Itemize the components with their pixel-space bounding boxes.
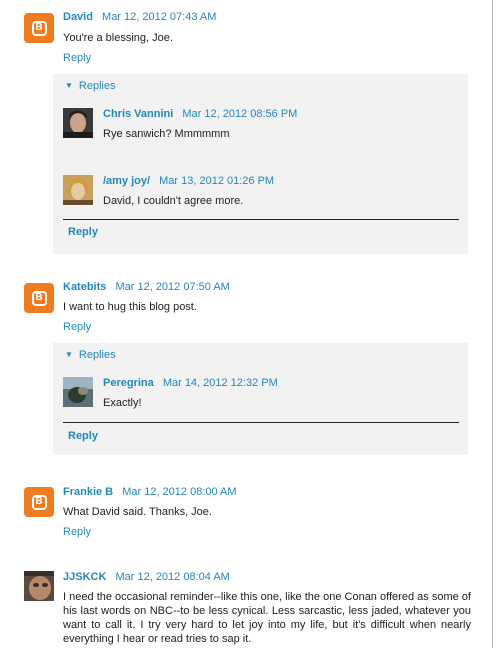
- comment-date[interactable]: Mar 12, 2012 08:00 AM: [122, 486, 236, 498]
- comment-author[interactable]: Frankie B: [63, 486, 113, 498]
- comment-date[interactable]: Mar 12, 2012 07:50 AM: [115, 281, 229, 293]
- reply-author[interactable]: Chris Vannini: [103, 108, 173, 120]
- reply-link[interactable]: Reply: [63, 52, 91, 64]
- comment-date[interactable]: Mar 12, 2012 08:04 AM: [115, 571, 229, 583]
- comment-author[interactable]: JJSKCK: [63, 571, 106, 583]
- blogger-icon: B: [24, 13, 54, 43]
- comment-date[interactable]: Mar 12, 2012 07:43 AM: [102, 11, 216, 23]
- comment-text: What David said. Thanks, Joe.: [63, 506, 212, 518]
- reply-author[interactable]: /amy joy/: [103, 175, 150, 187]
- replies-thread: ▼ Replies Chris Vannini Mar 12, 2012 08:5…: [53, 74, 468, 254]
- reply-link[interactable]: Reply: [63, 321, 91, 333]
- thread-reply-button[interactable]: Reply: [68, 430, 98, 442]
- blogger-icon: B: [24, 487, 54, 517]
- comment-text: I want to hug this blog post.: [63, 301, 197, 313]
- thread-divider: [63, 219, 459, 220]
- avatar[interactable]: [24, 571, 54, 601]
- replies-thread: ▼ Replies Peregrina Mar 14, 2012 12:32 PM…: [53, 343, 468, 455]
- comment-author[interactable]: David: [63, 11, 93, 23]
- triangle-down-icon: ▼: [65, 81, 73, 90]
- content-border: [492, 0, 493, 648]
- thread-reply-button[interactable]: Reply: [68, 226, 98, 238]
- reply-author[interactable]: Peregrina: [103, 377, 154, 389]
- avatar[interactable]: [63, 175, 93, 205]
- blogger-icon: B: [24, 283, 54, 313]
- comment-text: I need the occasional reminder--like thi…: [63, 591, 471, 645]
- comment-text: You're a blessing, Joe.: [63, 32, 173, 44]
- thread-divider: [63, 422, 459, 423]
- replies-toggle[interactable]: ▼ Replies: [65, 349, 116, 361]
- comment-author[interactable]: Katebits: [63, 281, 106, 293]
- reply-date[interactable]: Mar 13, 2012 01:26 PM: [159, 175, 274, 187]
- reply-text: Rye sanwich? Mmmmmm: [103, 128, 230, 140]
- reply-date[interactable]: Mar 12, 2012 08:56 PM: [182, 108, 297, 120]
- triangle-down-icon: ▼: [65, 350, 73, 359]
- reply-text: David, I couldn't agree more.: [103, 195, 244, 207]
- avatar[interactable]: [63, 377, 93, 407]
- reply-link[interactable]: Reply: [63, 526, 91, 538]
- reply-date[interactable]: Mar 14, 2012 12:32 PM: [163, 377, 278, 389]
- avatar[interactable]: [63, 108, 93, 138]
- replies-toggle[interactable]: ▼ Replies: [65, 80, 116, 92]
- reply-text: Exactly!: [103, 397, 142, 409]
